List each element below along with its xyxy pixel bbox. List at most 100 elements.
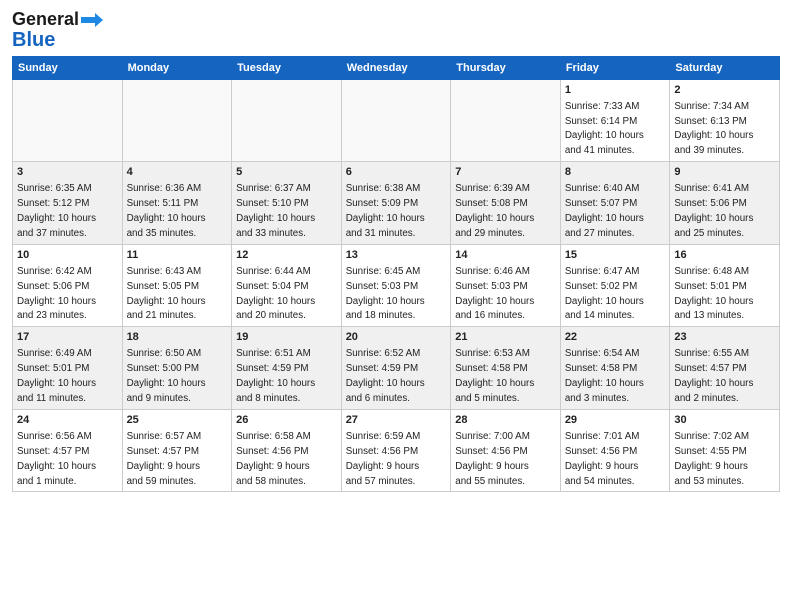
calendar-week-4: 17 Sunrise: 6:49 AM Sunset: 5:01 PM Dayli… <box>13 327 780 410</box>
day-number: 1 <box>565 83 666 98</box>
calendar-cell: 16 Sunrise: 6:48 AM Sunset: 5:01 PM Dayli… <box>670 244 780 327</box>
day-number: 21 <box>455 330 556 345</box>
calendar-cell: 30 Sunrise: 7:02 AM Sunset: 4:55 PM Dayli… <box>670 409 780 492</box>
day-info: Sunrise: 6:43 AM Sunset: 5:05 PM Dayligh… <box>127 266 206 322</box>
calendar-cell: 25Sunrise: 6:57 AM Sunset: 4:57 PM Dayli… <box>122 409 232 492</box>
day-number: 5 <box>236 165 337 180</box>
day-number: 28 <box>455 413 556 428</box>
calendar-cell: 14Sunrise: 6:46 AM Sunset: 5:03 PM Dayli… <box>451 244 561 327</box>
day-number: 16 <box>674 248 775 263</box>
header: General Blue <box>12 10 780 50</box>
day-info: Sunrise: 6:52 AM Sunset: 4:59 PM Dayligh… <box>346 348 425 404</box>
day-number: 4 <box>127 165 228 180</box>
day-number: 15 <box>565 248 666 263</box>
page: General Blue SundayMondayTuesdayWednesda… <box>0 0 792 502</box>
day-info: Sunrise: 7:33 AM Sunset: 6:14 PM Dayligh… <box>565 101 644 157</box>
calendar-cell: 27 Sunrise: 6:59 AM Sunset: 4:56 PM Dayli… <box>341 409 451 492</box>
day-info: Sunrise: 6:35 AM Sunset: 5:12 PM Dayligh… <box>17 183 96 239</box>
calendar-cell: 2 Sunrise: 7:34 AM Sunset: 6:13 PM Daylig… <box>670 79 780 162</box>
day-info: Sunrise: 6:56 AM Sunset: 4:57 PM Dayligh… <box>17 431 96 487</box>
day-number: 25 <box>127 413 228 428</box>
day-number: 17 <box>17 330 118 345</box>
calendar-cell: 11 Sunrise: 6:43 AM Sunset: 5:05 PM Dayli… <box>122 244 232 327</box>
calendar-cell <box>13 79 123 162</box>
day-info: Sunrise: 6:50 AM Sunset: 5:00 PM Dayligh… <box>127 348 206 404</box>
day-info: Sunrise: 6:36 AM Sunset: 5:11 PM Dayligh… <box>127 183 206 239</box>
day-info: Sunrise: 6:49 AM Sunset: 5:01 PM Dayligh… <box>17 348 96 404</box>
day-number: 3 <box>17 165 118 180</box>
day-info: Sunrise: 6:41 AM Sunset: 5:06 PM Dayligh… <box>674 183 753 239</box>
calendar-week-2: 3 Sunrise: 6:35 AM Sunset: 5:12 PM Daylig… <box>13 162 780 245</box>
day-info: Sunrise: 7:02 AM Sunset: 4:55 PM Dayligh… <box>674 431 749 487</box>
day-info: Sunrise: 6:44 AM Sunset: 5:04 PM Dayligh… <box>236 266 315 322</box>
day-info: Sunrise: 6:58 AM Sunset: 4:56 PM Dayligh… <box>236 431 311 487</box>
day-info: Sunrise: 6:51 AM Sunset: 4:59 PM Dayligh… <box>236 348 315 404</box>
calendar-cell: 3 Sunrise: 6:35 AM Sunset: 5:12 PM Daylig… <box>13 162 123 245</box>
calendar-header: SundayMondayTuesdayWednesdayThursdayFrid… <box>13 56 780 79</box>
calendar-cell: 28 Sunrise: 7:00 AM Sunset: 4:56 PM Dayli… <box>451 409 561 492</box>
day-number: 13 <box>346 248 447 263</box>
day-number: 26 <box>236 413 337 428</box>
day-number: 9 <box>674 165 775 180</box>
calendar-cell: 24Sunrise: 6:56 AM Sunset: 4:57 PM Dayli… <box>13 409 123 492</box>
day-number: 7 <box>455 165 556 180</box>
calendar-cell: 13Sunrise: 6:45 AM Sunset: 5:03 PM Dayli… <box>341 244 451 327</box>
day-info: Sunrise: 7:00 AM Sunset: 4:56 PM Dayligh… <box>455 431 530 487</box>
day-number: 20 <box>346 330 447 345</box>
calendar-cell: 7 Sunrise: 6:39 AM Sunset: 5:08 PM Daylig… <box>451 162 561 245</box>
day-number: 14 <box>455 248 556 263</box>
day-info: Sunrise: 6:47 AM Sunset: 5:02 PM Dayligh… <box>565 266 644 322</box>
day-info: Sunrise: 7:01 AM Sunset: 4:56 PM Dayligh… <box>565 431 640 487</box>
logo: General Blue <box>12 10 103 50</box>
day-info: Sunrise: 7:34 AM Sunset: 6:13 PM Dayligh… <box>674 101 753 157</box>
day-info: Sunrise: 6:59 AM Sunset: 4:56 PM Dayligh… <box>346 431 421 487</box>
calendar-cell <box>232 79 342 162</box>
calendar-cell: 15 Sunrise: 6:47 AM Sunset: 5:02 PM Dayli… <box>560 244 670 327</box>
day-number: 11 <box>127 248 228 263</box>
day-info: Sunrise: 6:37 AM Sunset: 5:10 PM Dayligh… <box>236 183 315 239</box>
day-info: Sunrise: 6:40 AM Sunset: 5:07 PM Dayligh… <box>565 183 644 239</box>
day-number: 10 <box>17 248 118 263</box>
calendar-cell: 5 Sunrise: 6:37 AM Sunset: 5:10 PM Daylig… <box>232 162 342 245</box>
day-number: 19 <box>236 330 337 345</box>
calendar-body: 1 Sunrise: 7:33 AM Sunset: 6:14 PM Daylig… <box>13 79 780 492</box>
day-number: 8 <box>565 165 666 180</box>
calendar-cell <box>341 79 451 162</box>
weekday-header-monday: Monday <box>122 56 232 79</box>
weekday-header-wednesday: Wednesday <box>341 56 451 79</box>
weekday-header-tuesday: Tuesday <box>232 56 342 79</box>
day-info: Sunrise: 6:53 AM Sunset: 4:58 PM Dayligh… <box>455 348 534 404</box>
calendar-cell: 20 Sunrise: 6:52 AM Sunset: 4:59 PM Dayli… <box>341 327 451 410</box>
calendar-cell: 22Sunrise: 6:54 AM Sunset: 4:58 PM Dayli… <box>560 327 670 410</box>
calendar-cell: 9 Sunrise: 6:41 AM Sunset: 5:06 PM Daylig… <box>670 162 780 245</box>
calendar-cell: 26 Sunrise: 6:58 AM Sunset: 4:56 PM Dayli… <box>232 409 342 492</box>
calendar-cell: 18 Sunrise: 6:50 AM Sunset: 5:00 PM Dayli… <box>122 327 232 410</box>
calendar-table: SundayMondayTuesdayWednesdayThursdayFrid… <box>12 56 780 493</box>
calendar-cell: 17 Sunrise: 6:49 AM Sunset: 5:01 PM Dayli… <box>13 327 123 410</box>
weekday-header-friday: Friday <box>560 56 670 79</box>
calendar-cell: 21 Sunrise: 6:53 AM Sunset: 4:58 PM Dayli… <box>451 327 561 410</box>
day-number: 18 <box>127 330 228 345</box>
day-info: Sunrise: 6:42 AM Sunset: 5:06 PM Dayligh… <box>17 266 96 322</box>
logo-text: General <box>12 10 79 30</box>
calendar-cell: 10 Sunrise: 6:42 AM Sunset: 5:06 PM Dayli… <box>13 244 123 327</box>
calendar-cell: 19 Sunrise: 6:51 AM Sunset: 4:59 PM Dayli… <box>232 327 342 410</box>
day-number: 27 <box>346 413 447 428</box>
day-number: 6 <box>346 165 447 180</box>
weekday-header-saturday: Saturday <box>670 56 780 79</box>
calendar-cell: 6Sunrise: 6:38 AM Sunset: 5:09 PM Daylig… <box>341 162 451 245</box>
calendar-cell: 29 Sunrise: 7:01 AM Sunset: 4:56 PM Dayli… <box>560 409 670 492</box>
day-info: Sunrise: 6:48 AM Sunset: 5:01 PM Dayligh… <box>674 266 753 322</box>
calendar-week-1: 1 Sunrise: 7:33 AM Sunset: 6:14 PM Daylig… <box>13 79 780 162</box>
calendar-cell <box>451 79 561 162</box>
calendar-cell: 8 Sunrise: 6:40 AM Sunset: 5:07 PM Daylig… <box>560 162 670 245</box>
logo-arrow-icon <box>81 13 103 27</box>
day-info: Sunrise: 6:55 AM Sunset: 4:57 PM Dayligh… <box>674 348 753 404</box>
day-info: Sunrise: 6:39 AM Sunset: 5:08 PM Dayligh… <box>455 183 534 239</box>
calendar-cell: 23Sunrise: 6:55 AM Sunset: 4:57 PM Dayli… <box>670 327 780 410</box>
calendar-week-5: 24Sunrise: 6:56 AM Sunset: 4:57 PM Dayli… <box>13 409 780 492</box>
weekday-header-thursday: Thursday <box>451 56 561 79</box>
day-number: 30 <box>674 413 775 428</box>
day-number: 29 <box>565 413 666 428</box>
day-number: 2 <box>674 83 775 98</box>
